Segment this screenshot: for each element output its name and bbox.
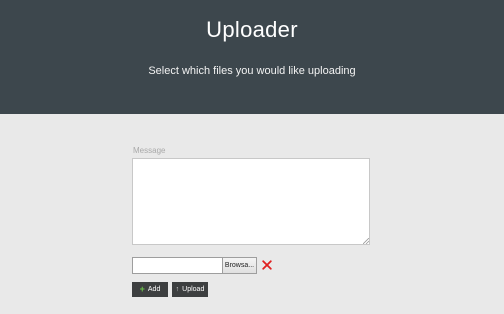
close-icon[interactable]	[262, 260, 272, 270]
upload-button[interactable]: ↑ Upload	[172, 282, 208, 297]
file-path-input[interactable]	[132, 257, 223, 274]
add-button[interactable]: + Add	[132, 282, 168, 297]
page-title: Uploader	[206, 17, 298, 42]
page-header: Uploader Select which files you would li…	[0, 0, 504, 114]
upload-button-label: Upload	[182, 286, 205, 293]
upload-icon: ↑	[175, 286, 180, 293]
page-subtitle: Select which files you would like upload…	[148, 65, 356, 77]
browse-button[interactable]: Browsa...	[222, 257, 257, 274]
resize-grip-icon[interactable]	[363, 238, 369, 244]
add-button-label: Add	[147, 286, 161, 293]
message-label: Message	[133, 146, 166, 155]
message-textarea[interactable]	[132, 158, 370, 245]
plus-icon: +	[139, 284, 145, 294]
